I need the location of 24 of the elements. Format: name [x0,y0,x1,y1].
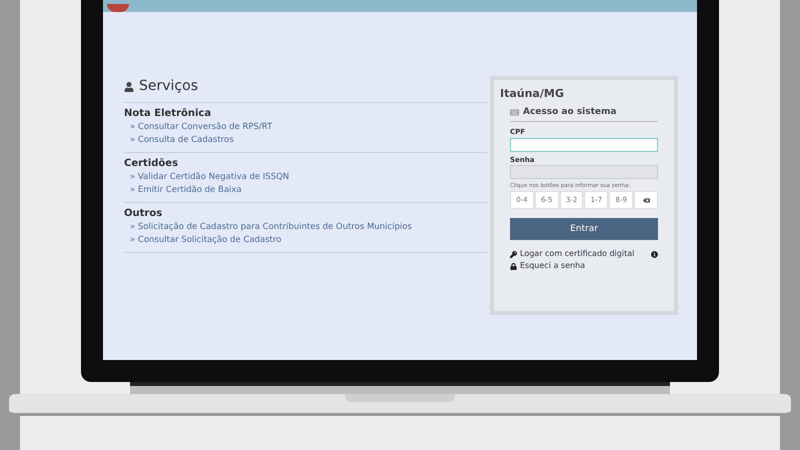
forgot-password-link[interactable]: Esqueci a senha [520,260,586,272]
key-icon [510,250,517,258]
keyboard-icon [510,108,519,117]
services-title: Serviços [139,77,198,96]
group-title: Nota Eletrônica [124,107,212,121]
info-icon[interactable] [651,250,658,258]
city-title: Itaúna/MG [500,86,565,102]
service-link[interactable]: » Consulta de Cadastros [124,134,487,147]
access-heading: Acesso ao sistema [523,106,616,118]
service-link[interactable]: » Consultar Conversão de RPS/RT [124,121,487,134]
user-icon [124,82,134,92]
backspace-icon [642,196,650,204]
service-link[interactable]: » Emitir Certidão de Baixa [124,184,487,197]
cpf-field[interactable] [510,138,658,152]
submit-button[interactable]: Entrar [510,218,658,240]
certificate-link[interactable]: Logar com certificado digital [520,248,634,260]
backspace-button[interactable] [634,191,658,210]
service-link[interactable]: » Solicitação de Cadastro para Contribuintes de Outros Municípios [124,221,487,234]
group-title: Outros [124,207,164,221]
lock-icon [510,262,517,270]
service-link[interactable]: » Consultar Solicitação de Cadastro [124,234,487,247]
service-link[interactable]: » Validar Certidão Negativa de ISSQN [124,171,487,184]
logo-icon [107,4,129,12]
group-title: Certidões [124,157,180,171]
